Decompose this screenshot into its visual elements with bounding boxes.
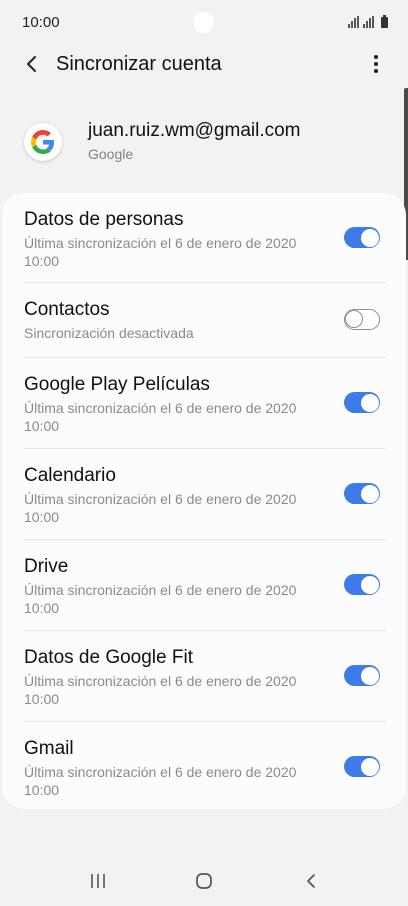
home-button[interactable] <box>189 868 219 894</box>
page-title: Sincronizar cuenta <box>56 53 222 75</box>
more-vertical-icon <box>374 55 378 73</box>
sync-toggle[interactable] <box>344 574 380 595</box>
sync-item-subtitle: Última sincronización el 6 de enero de 2… <box>24 673 297 707</box>
account-email: juan.ruiz.wm@gmail.com <box>88 120 301 141</box>
screen: 10:00 Sincronizar cuenta juan.ruiz.wm@gm… <box>0 0 408 906</box>
sync-item-title: Datos de Google Fit <box>24 647 193 668</box>
sync-list: Datos de personas Última sincronización e… <box>2 193 406 809</box>
sync-toggle[interactable] <box>344 756 380 777</box>
sync-item[interactable]: Contactos Sincronización desactivada <box>24 283 386 358</box>
sync-toggle[interactable] <box>344 483 380 504</box>
battery-icon <box>381 15 388 28</box>
toggle-knob <box>360 393 379 412</box>
sync-toggle[interactable] <box>344 392 380 413</box>
camera-cutout <box>193 12 214 33</box>
recents-icon <box>91 874 105 888</box>
status-time: 10:00 <box>22 14 60 31</box>
sync-item-subtitle: Última sincronización el 6 de enero de 2… <box>24 400 297 434</box>
back-icon <box>307 874 315 888</box>
sync-toggle[interactable] <box>344 309 380 330</box>
sync-toggle[interactable] <box>344 227 380 248</box>
sync-item-title: Contactos <box>24 299 110 320</box>
app-bar: Sincronizar cuenta <box>0 44 408 84</box>
nav-bar <box>0 856 408 906</box>
sync-toggle[interactable] <box>344 665 380 686</box>
sync-item[interactable]: Gmail Última sincronización el 6 de enero… <box>24 722 386 809</box>
home-icon <box>196 873 212 889</box>
signal-icon <box>348 16 359 28</box>
chevron-left-icon <box>27 56 36 72</box>
sync-item-subtitle: Última sincronización el 6 de enero de 2… <box>24 235 297 269</box>
back-button[interactable] <box>18 50 46 78</box>
google-logo-icon <box>24 123 62 161</box>
toggle-knob <box>345 310 363 328</box>
sync-item-title: Gmail <box>24 738 74 759</box>
toggle-knob <box>360 757 379 776</box>
signal-icon <box>363 16 374 28</box>
account-type: Google <box>88 146 134 162</box>
sync-card: Datos de personas Última sincronización e… <box>2 193 406 809</box>
status-bar: 10:00 <box>0 0 408 44</box>
toggle-knob <box>360 484 379 503</box>
sync-item[interactable]: Drive Última sincronización el 6 de enero… <box>24 540 386 631</box>
toggle-knob <box>360 666 379 685</box>
sync-item-subtitle: Última sincronización el 6 de enero de 2… <box>24 764 297 798</box>
sync-item-subtitle: Última sincronización el 6 de enero de 2… <box>24 491 297 525</box>
toggle-knob <box>360 575 379 594</box>
recents-button[interactable] <box>83 868 113 894</box>
sync-item-subtitle: Última sincronización el 6 de enero de 2… <box>24 582 297 616</box>
sync-item-title: Google Play Películas <box>24 374 210 395</box>
sync-item[interactable]: Datos de Google Fit Última sincronización… <box>24 631 386 722</box>
sync-item[interactable]: Calendario Última sincronización el 6 de … <box>24 449 386 540</box>
more-options-button[interactable] <box>362 50 390 78</box>
sync-item[interactable]: Google Play Películas Última sincronizaci… <box>24 358 386 449</box>
account-header: juan.ruiz.wm@gmail.com Google <box>0 118 408 168</box>
nav-back-button[interactable] <box>296 868 326 894</box>
status-icons <box>348 14 388 28</box>
sync-item[interactable]: Datos de personas Última sincronización e… <box>24 193 386 283</box>
sync-item-title: Datos de personas <box>24 209 184 230</box>
toggle-knob <box>360 228 379 247</box>
sync-item-title: Drive <box>24 556 69 577</box>
sync-item-subtitle: Sincronización desactivada <box>24 325 194 341</box>
sync-item-title: Calendario <box>24 465 116 486</box>
